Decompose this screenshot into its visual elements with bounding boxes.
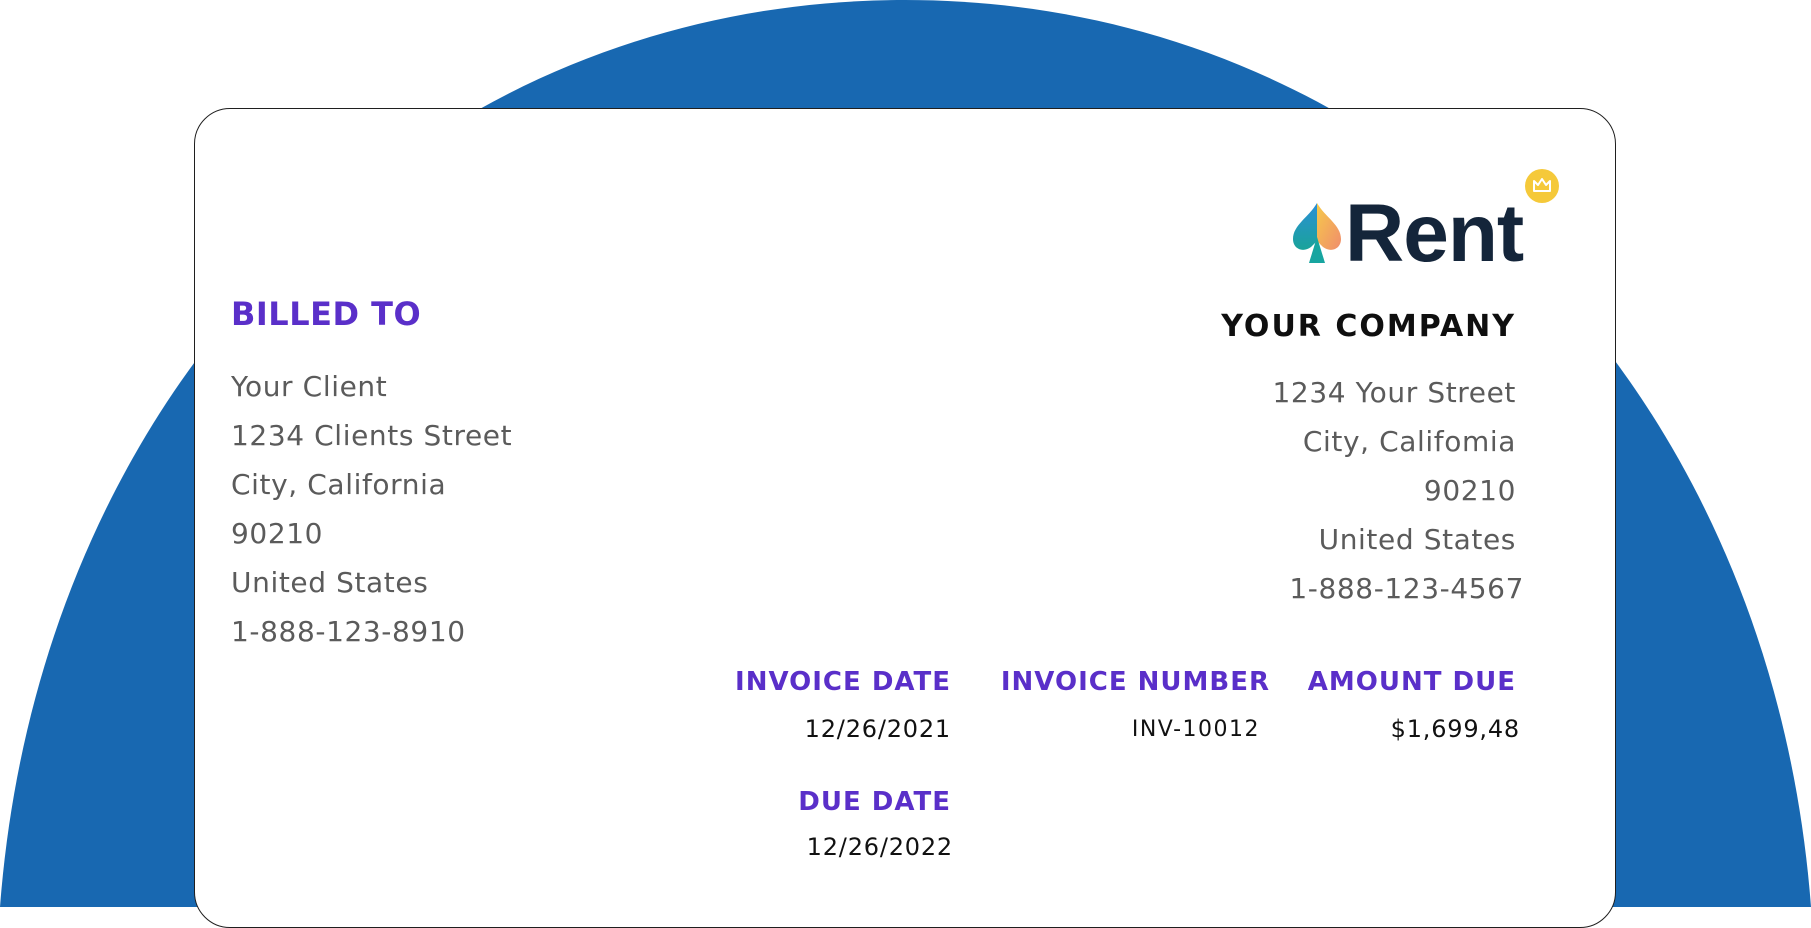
client-street: 1234 Clients Street	[231, 419, 513, 452]
company-country: United States	[1318, 523, 1516, 556]
amount-due-value: $1,699,48	[1390, 715, 1520, 743]
invoice-date-value: 12/26/2021	[804, 715, 951, 743]
company-street: 1234 Your Street	[1272, 376, 1516, 409]
client-name: Your Client	[231, 370, 388, 403]
brand-name: Rent	[1345, 188, 1524, 279]
invoice-number-label: INVOICE NUMBER	[1000, 667, 1270, 697]
client-zip: 90210	[231, 517, 324, 550]
spade-icon	[1293, 203, 1341, 263]
billed-to-heading: BILLED TO	[231, 295, 422, 333]
company-name: YOUR COMPANY	[1221, 309, 1516, 344]
invoice-number-value: INV-10012	[1131, 717, 1260, 742]
due-date-label: DUE DATE	[798, 787, 951, 817]
invoice-card: Rent BILLED TO Your Client 1234 Clients …	[194, 108, 1616, 928]
client-city: City, California	[231, 468, 447, 501]
crown-icon	[1525, 169, 1559, 203]
company-zip: 90210	[1423, 474, 1516, 507]
invoice-date-label: INVOICE DATE	[735, 667, 951, 697]
client-phone: 1-888-123-8910	[231, 615, 466, 648]
due-date-value: 12/26/2022	[806, 833, 953, 861]
company-city: City, Califomia	[1302, 425, 1516, 458]
client-country: United States	[231, 566, 429, 599]
amount-due-label: AMOUNT DUE	[1307, 667, 1516, 697]
company-phone: 1-888-123-4567	[1289, 572, 1524, 605]
